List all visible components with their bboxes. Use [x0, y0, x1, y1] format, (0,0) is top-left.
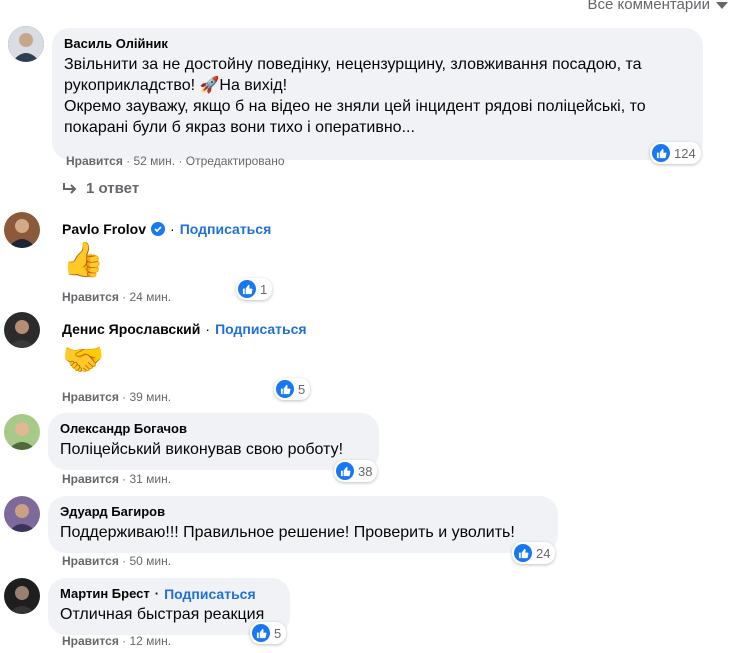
reaction-number: 38	[358, 463, 373, 479]
like-icon	[252, 624, 270, 642]
comment-time[interactable]: 52 мин.	[134, 154, 176, 168]
subscribe-button[interactable]: Подписаться	[180, 221, 272, 237]
like-link[interactable]: Нравится	[62, 554, 119, 568]
replies-count: 1 ответ	[86, 180, 140, 197]
comment-text: Поліцейський виконував свою роботу!	[60, 441, 344, 458]
comment-text: Отличная быстрая реакция	[60, 606, 265, 623]
comment-meta: Нравится · 52 мин. · Отредактировано	[66, 154, 285, 168]
comment-header: Мартин Брест · Подписаться	[60, 586, 256, 602]
comment-time[interactable]: 24 мин.	[130, 290, 172, 304]
comment-meta: Нравится · 31 мин.	[62, 472, 172, 486]
like-link[interactable]: Нравится	[62, 390, 119, 404]
view-replies-link[interactable]: 1 ответ	[62, 180, 139, 197]
avatar[interactable]	[4, 312, 40, 348]
comment-bubble: Олександр Богачов Поліцейський виконував…	[48, 413, 379, 470]
comment-author[interactable]: Pavlo Frolov	[62, 221, 146, 237]
comment-author[interactable]: Василь Олійник	[64, 36, 691, 52]
comment-header: Pavlo Frolov · Подписаться	[62, 221, 272, 237]
like-icon	[336, 462, 354, 480]
reaction-count[interactable]: 38	[334, 460, 378, 482]
reaction-number: 5	[298, 381, 306, 397]
reaction-count[interactable]: 5	[250, 622, 287, 644]
like-link[interactable]: Нравится	[62, 290, 119, 304]
comment-author[interactable]: Олександр Богачов	[60, 421, 367, 437]
like-link[interactable]: Нравится	[66, 154, 123, 168]
like-icon	[238, 280, 256, 298]
comment-time[interactable]: 31 мин.	[130, 472, 172, 486]
reaction-number: 24	[536, 545, 551, 561]
avatar[interactable]	[4, 496, 40, 532]
avatar[interactable]	[8, 26, 44, 62]
caret-down-icon	[716, 2, 728, 9]
comment-time[interactable]: 50 мин.	[130, 554, 172, 568]
avatar[interactable]	[4, 578, 40, 614]
reply-arrow-icon	[63, 182, 77, 194]
emoji-sticker: 🤝	[62, 341, 105, 379]
comment-bubble: Эдуард Багиров Поддерживаю!!! Правильное…	[48, 496, 558, 553]
avatar[interactable]	[4, 414, 40, 450]
edited-label: Отредактировано	[185, 154, 285, 168]
comment-meta: Нравится · 24 мин.	[62, 290, 172, 304]
comment-time[interactable]: 12 мин.	[130, 634, 172, 648]
like-icon	[276, 380, 294, 398]
reaction-count[interactable]: 24	[512, 542, 556, 564]
avatar[interactable]	[4, 212, 40, 248]
like-link[interactable]: Нравится	[62, 634, 119, 648]
reaction-number: 5	[274, 625, 282, 641]
comment-bubble: Василь Олійник Звільнити за не достойну …	[52, 28, 703, 160]
like-icon	[514, 544, 532, 562]
reaction-count[interactable]: 124	[650, 142, 701, 164]
subscribe-button[interactable]: Подписаться	[215, 321, 307, 337]
comment-author[interactable]: Мартин Брест	[60, 586, 150, 602]
comment-author[interactable]: Эдуард Багиров	[60, 504, 546, 520]
like-icon	[652, 144, 670, 162]
reaction-count[interactable]: 5	[274, 378, 311, 400]
comment-text: Поддерживаю!!! Правильное решение! Прове…	[60, 524, 515, 541]
all-comments-label: Все комментарии	[587, 0, 710, 13]
comment-time[interactable]: 39 мин.	[130, 390, 172, 404]
verified-icon	[151, 222, 166, 236]
comment-meta: Нравится · 50 мин.	[62, 554, 172, 568]
comment-text: Звільнити за не достойну поведінку, неце…	[64, 56, 646, 136]
like-link[interactable]: Нравится	[62, 472, 119, 486]
comment-meta: Нравится · 12 мин.	[62, 634, 172, 648]
emoji-sticker: 👍	[62, 241, 105, 279]
subscribe-button[interactable]: Подписаться	[164, 586, 256, 602]
all-comments-filter[interactable]: Все комментарии	[588, 0, 728, 13]
reaction-number: 124	[674, 145, 696, 161]
reaction-number: 1	[260, 281, 268, 297]
comment-header: Денис Ярославский · Подписаться	[62, 321, 307, 337]
comment-author[interactable]: Денис Ярославский	[62, 321, 200, 337]
reaction-count[interactable]: 1	[236, 278, 273, 300]
comment-meta: Нравится · 39 мин.	[62, 390, 172, 404]
